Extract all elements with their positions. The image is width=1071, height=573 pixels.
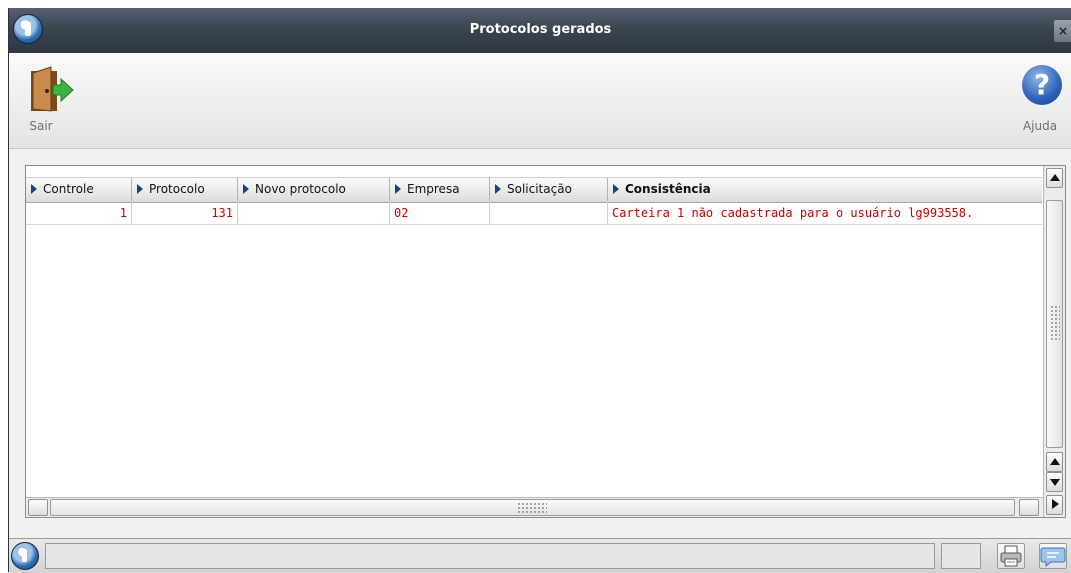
table-row[interactable]: 1 131 02 Carteira 1 não cadastrada para …	[26, 202, 1042, 225]
help-button[interactable]: ? Ajuda	[1012, 61, 1068, 141]
sort-arrow-icon	[613, 184, 619, 194]
arrow-up-icon	[1050, 174, 1060, 181]
column-header-controle[interactable]: Controle	[26, 178, 132, 201]
exit-button[interactable]: Sair	[13, 61, 74, 141]
printer-icon	[1000, 545, 1022, 567]
chat-button[interactable]	[1039, 543, 1067, 569]
arrow-down-icon	[1050, 479, 1060, 486]
grid-header: Controle Protocolo Novo protocolo Empres…	[26, 177, 1042, 203]
vertical-scroll-thumb[interactable]	[1046, 200, 1063, 448]
arrow-right-icon	[1052, 499, 1059, 509]
toolbar: Sair ? Ajuda	[9, 53, 1071, 149]
status-indicator	[941, 543, 981, 569]
protocols-grid[interactable]: Controle Protocolo Novo protocolo Empres…	[25, 165, 1066, 518]
column-header-empresa[interactable]: Empresa	[390, 178, 490, 201]
exit-label: Sair	[29, 119, 53, 133]
arrow-up-icon	[1050, 458, 1060, 465]
printer-button[interactable]	[997, 543, 1025, 569]
column-header-protocolo[interactable]: Protocolo	[132, 178, 238, 201]
scroll-left-button-right[interactable]	[1019, 499, 1039, 516]
scroll-up-button[interactable]	[1046, 168, 1063, 188]
cell-solicitacao	[490, 202, 608, 224]
horizontal-scroll-thumb[interactable]	[50, 499, 1015, 516]
grip-icon	[517, 502, 547, 514]
sort-arrow-icon	[137, 184, 143, 194]
title-bar: Protocolos gerados ×	[9, 8, 1071, 53]
scroll-down-button[interactable]	[1046, 472, 1063, 492]
column-header-consistencia[interactable]: Consistência	[608, 178, 1042, 201]
sort-arrow-icon	[395, 184, 401, 194]
column-header-solicitacao[interactable]: Solicitação	[490, 178, 608, 201]
vertical-scrollbar[interactable]	[1043, 166, 1065, 517]
column-header-novo-protocolo[interactable]: Novo protocolo	[238, 178, 390, 201]
sort-arrow-icon	[31, 184, 37, 194]
sort-arrow-icon	[495, 184, 501, 194]
scroll-right-button[interactable]	[1046, 495, 1063, 515]
cell-controle: 1	[26, 202, 132, 224]
cell-empresa: 02	[390, 202, 490, 224]
status-message-field	[45, 543, 935, 569]
cell-protocolo: 131	[132, 202, 238, 224]
cell-consistencia: Carteira 1 não cadastrada para o usuário…	[612, 206, 974, 220]
horizontal-scrollbar[interactable]	[26, 497, 1043, 517]
exit-door-icon	[31, 66, 74, 112]
scroll-left-button[interactable]	[28, 499, 48, 516]
window-title: Protocolos gerados	[469, 22, 612, 37]
chat-icon	[1040, 547, 1066, 568]
cell-novo-protocolo	[238, 202, 390, 224]
scroll-up-button-lower[interactable]	[1046, 452, 1063, 472]
help-icon: ?	[1022, 65, 1062, 105]
main-window: Protocolos gerados × Sair ? Ajuda Contro…	[8, 8, 1071, 573]
sort-arrow-icon	[243, 184, 249, 194]
help-label: Ajuda	[1022, 119, 1058, 133]
status-bar	[9, 538, 1071, 573]
grip-icon	[1050, 305, 1060, 341]
app-logo-icon[interactable]	[11, 542, 39, 570]
close-button[interactable]: ×	[1054, 20, 1071, 42]
